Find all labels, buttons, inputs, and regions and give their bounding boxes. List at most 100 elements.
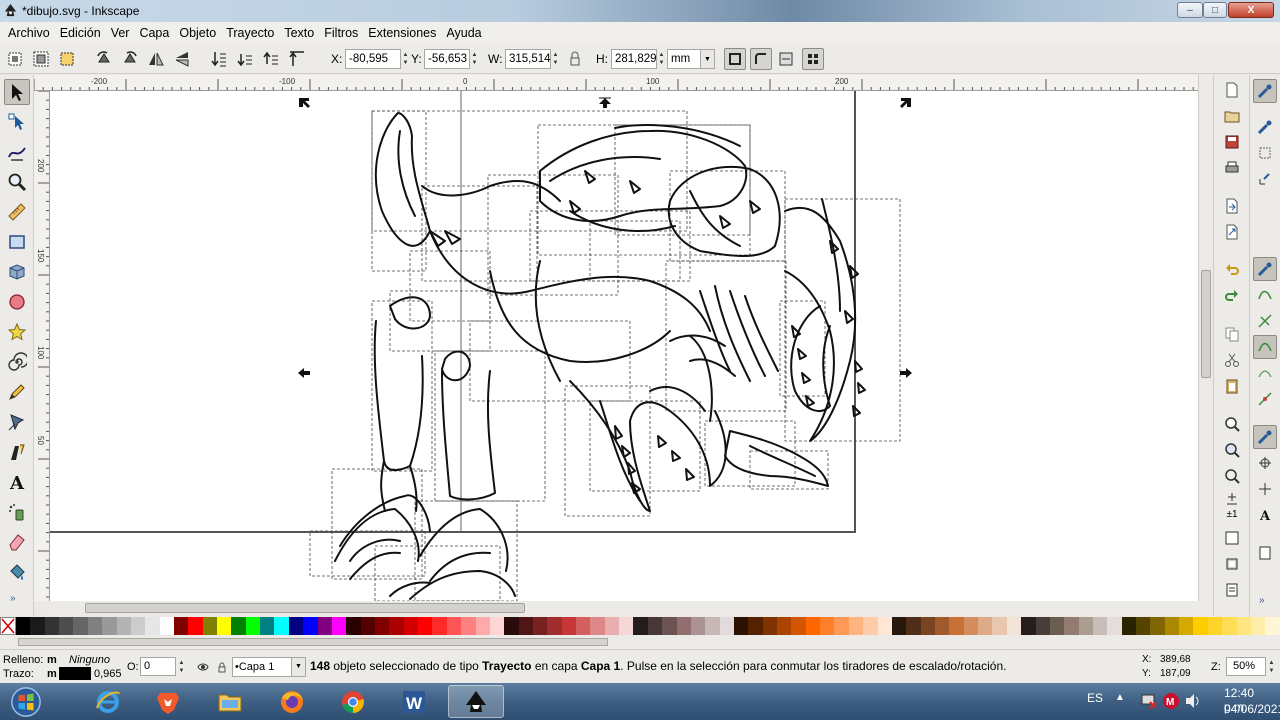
color-swatch[interactable]: [159, 617, 174, 635]
flip-horizontal-icon[interactable]: [147, 50, 165, 68]
scale-handle-top[interactable]: [599, 98, 611, 108]
minimize-button[interactable]: –: [1177, 2, 1203, 18]
color-swatch[interactable]: [102, 617, 117, 635]
color-swatch[interactable]: [418, 617, 433, 635]
color-swatch[interactable]: [576, 617, 591, 635]
stroke-width[interactable]: 0,965: [94, 668, 122, 680]
color-swatch[interactable]: [217, 617, 232, 635]
color-swatch[interactable]: [389, 617, 404, 635]
zoom-selection-icon[interactable]: [1220, 413, 1244, 435]
color-swatch[interactable]: [834, 617, 849, 635]
color-swatch[interactable]: [1107, 617, 1122, 635]
menu-texto[interactable]: Texto: [279, 26, 319, 40]
snap-bbox-edge-icon[interactable]: [1253, 141, 1277, 165]
color-swatch[interactable]: [231, 617, 246, 635]
color-swatch[interactable]: [461, 617, 476, 635]
raise-icon[interactable]: [262, 50, 280, 68]
color-swatch[interactable]: [202, 617, 218, 635]
scale-handle-top-left[interactable]: [299, 98, 310, 108]
vertical-scrollbar[interactable]: [1198, 75, 1212, 601]
color-swatch[interactable]: [360, 617, 375, 635]
move-gradients-icon[interactable]: [777, 50, 795, 68]
color-swatch[interactable]: [1064, 617, 1079, 635]
lower-icon[interactable]: [236, 50, 254, 68]
color-swatch[interactable]: [662, 617, 677, 635]
maximize-button[interactable]: □: [1203, 2, 1227, 18]
open-icon[interactable]: [1220, 105, 1244, 127]
color-swatch[interactable]: [116, 617, 131, 635]
color-swatch[interactable]: [920, 617, 935, 635]
3d-box-tool-icon[interactable]: [4, 259, 30, 285]
zoom-field[interactable]: 50%: [1226, 657, 1266, 676]
h-field[interactable]: 281,829: [611, 49, 657, 69]
snap-path-icon[interactable]: [1253, 283, 1277, 307]
zoom-tool-icon[interactable]: [4, 169, 30, 195]
spray-tool-icon[interactable]: [4, 499, 30, 525]
color-swatch[interactable]: [992, 617, 1007, 635]
w-spinner[interactable]: ▲ ▼: [551, 49, 560, 69]
more-snap-icon[interactable]: »: [1259, 595, 1265, 606]
snap-midpoint-icon[interactable]: [1253, 387, 1277, 411]
color-swatch[interactable]: [690, 617, 706, 635]
color-swatch[interactable]: [978, 617, 993, 635]
w-field[interactable]: 315,514: [505, 49, 551, 69]
color-swatch[interactable]: [777, 617, 792, 635]
menu-edicion[interactable]: Edición: [55, 26, 106, 40]
h-spinner[interactable]: ▲ ▼: [657, 49, 666, 69]
stroke-color-swatch[interactable]: [59, 667, 91, 680]
color-swatch[interactable]: [733, 617, 749, 635]
menu-archivo[interactable]: Archivo: [3, 26, 55, 40]
snap-others-icon[interactable]: [1253, 425, 1277, 449]
tray-expand-icon[interactable]: ▲: [1115, 692, 1125, 703]
snap-bbox-icon[interactable]: [1253, 115, 1277, 139]
eye-icon[interactable]: [197, 661, 209, 673]
cut-icon[interactable]: [1220, 349, 1244, 371]
menu-ver[interactable]: Ver: [106, 26, 135, 40]
paint-bucket-tool-icon[interactable]: [4, 559, 30, 585]
color-swatch[interactable]: [719, 617, 734, 635]
color-swatch[interactable]: [906, 617, 921, 635]
color-swatch[interactable]: [848, 617, 864, 635]
pen-tool-icon[interactable]: [4, 409, 30, 435]
color-swatch[interactable]: [633, 617, 648, 635]
snap-enable-icon[interactable]: [1253, 79, 1277, 103]
palette-scrollbar[interactable]: [0, 635, 1280, 649]
color-swatch[interactable]: [16, 617, 31, 635]
color-swatch[interactable]: [1049, 617, 1065, 635]
color-swatch[interactable]: [762, 617, 778, 635]
drawing-canvas[interactable]: [50, 91, 1198, 601]
taskbar-firefox[interactable]: [264, 685, 320, 718]
menu-extensiones[interactable]: Extensiones: [363, 26, 441, 40]
group-icon[interactable]: [1220, 527, 1244, 549]
star-tool-icon[interactable]: [4, 319, 30, 345]
color-swatch[interactable]: [374, 617, 390, 635]
text-tool-icon[interactable]: A: [4, 469, 30, 495]
zoom-drawing-icon[interactable]: [1220, 439, 1244, 461]
color-swatch[interactable]: [1164, 617, 1180, 635]
save-icon[interactable]: [1220, 131, 1244, 153]
selector-tool-icon[interactable]: [4, 79, 30, 105]
color-swatch[interactable]: [518, 617, 533, 635]
spiral-tool-icon[interactable]: [4, 349, 30, 375]
menu-filtros[interactable]: Filtros: [319, 26, 363, 40]
layer-select[interactable]: •Capa 1 ▼: [232, 657, 306, 677]
opacity-spinner[interactable]: ▲ ▼: [177, 657, 186, 676]
scale-handle-top-right[interactable]: [900, 98, 911, 108]
y-field[interactable]: -56,653: [424, 49, 470, 69]
color-swatch[interactable]: [1265, 617, 1280, 635]
color-swatch[interactable]: [1021, 617, 1036, 635]
color-swatch[interactable]: [30, 617, 45, 635]
select-all-layers-icon[interactable]: [32, 50, 50, 68]
color-swatch[interactable]: [188, 617, 203, 635]
copy-icon[interactable]: [1220, 323, 1244, 345]
color-swatch[interactable]: [145, 617, 160, 635]
color-swatch[interactable]: [274, 617, 289, 635]
color-swatch[interactable]: [676, 617, 691, 635]
redo-icon[interactable]: [1220, 285, 1244, 307]
taskbar-inkscape[interactable]: [448, 685, 504, 718]
color-swatch[interactable]: [432, 617, 447, 635]
color-swatch[interactable]: [805, 617, 821, 635]
ungroup-icon[interactable]: ±1: [1220, 503, 1244, 525]
antivirus-icon[interactable]: M: [1162, 692, 1180, 710]
color-swatch[interactable]: [877, 617, 892, 635]
